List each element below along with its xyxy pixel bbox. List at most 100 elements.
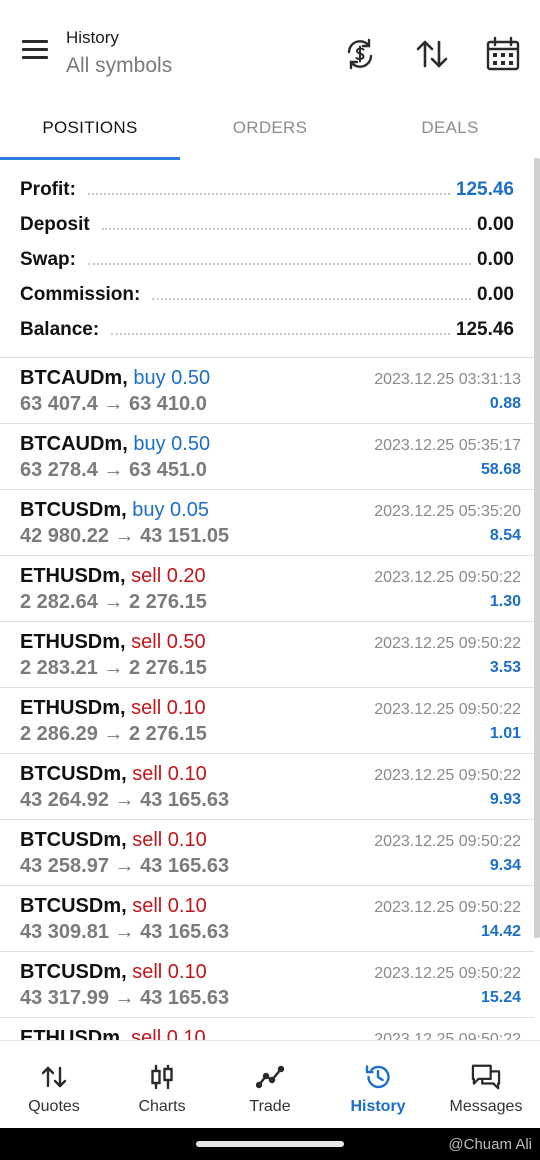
dotted-leader xyxy=(87,262,472,265)
deal-profit: 14.42 xyxy=(480,923,521,940)
swap-value: 0.00 xyxy=(477,248,514,270)
nav-label: Charts xyxy=(138,1098,186,1115)
nav-charts[interactable]: Charts xyxy=(108,1041,216,1128)
positions-list[interactable]: BTCAUDm, buy 0.50 63 407.4 → 63 410.0 20… xyxy=(0,358,534,1040)
deal-symbol-line: ETHUSDm, sell 0.10 xyxy=(20,1027,206,1040)
nav-messages[interactable]: Messages xyxy=(432,1041,540,1128)
list-item[interactable]: BTCAUDm, buy 0.50 63 278.4 → 63 451.0 20… xyxy=(0,424,534,490)
deal-side: sell 0.10 xyxy=(131,1027,206,1040)
deal-time: 2023.12.25 05:35:20 xyxy=(374,503,521,520)
deal-time: 2023.12.25 09:50:22 xyxy=(374,569,521,586)
deal-symbol: BTCUSDm, xyxy=(20,829,127,851)
deal-prices: 43 258.97 → 43 165.63 xyxy=(20,855,230,877)
dotted-leader xyxy=(111,332,450,335)
deal-side: sell 0.10 xyxy=(132,829,207,851)
nav-label: Trade xyxy=(249,1098,291,1115)
trade-line-icon xyxy=(256,1065,284,1089)
list-item[interactable]: ETHUSDm, sell 0.10 2 286.29 → 2 276.15 2… xyxy=(0,688,534,754)
list-item[interactable]: ETHUSDm, sell 0.10 2023.12.25 09:50:22 xyxy=(0,1018,534,1040)
summary-swap-row: Swap: 0.00 xyxy=(0,242,534,277)
deal-profit: 58.68 xyxy=(480,461,521,478)
dotted-leader xyxy=(152,297,472,300)
tab-positions[interactable]: POSITIONS xyxy=(0,106,180,160)
deal-symbol: ETHUSDm, xyxy=(20,631,126,653)
nav-trade[interactable]: Trade xyxy=(216,1041,324,1128)
scrollbar[interactable] xyxy=(534,158,540,938)
deal-prices: 63 278.4 → 63 451.0 xyxy=(20,459,207,481)
menu-icon-line xyxy=(22,56,48,59)
deal-symbol-line: BTCUSDm, sell 0.10 xyxy=(20,763,207,786)
list-item[interactable]: ETHUSDm, sell 0.50 2 283.21 → 2 276.15 2… xyxy=(0,622,534,688)
menu-icon-line xyxy=(22,40,48,43)
system-navigation-bar: @Chuam Ali xyxy=(0,1128,540,1160)
history-tabs: POSITIONS ORDERS DEALS xyxy=(0,106,540,160)
deal-profit: 0.88 xyxy=(489,395,521,412)
deal-prices: 43 317.99 → 43 165.63 xyxy=(20,987,230,1009)
balance-value: 125.46 xyxy=(455,318,514,340)
list-item[interactable]: BTCAUDm, buy 0.50 63 407.4 → 63 410.0 20… xyxy=(0,358,534,424)
swap-label: Swap: xyxy=(20,248,82,271)
deal-symbol: BTCUSDm, xyxy=(20,961,127,983)
deal-side: sell 0.10 xyxy=(132,895,207,917)
deal-symbol: BTCUSDm, xyxy=(20,895,127,917)
deal-side: sell 0.10 xyxy=(132,763,207,785)
dotted-leader xyxy=(101,227,472,230)
deal-profit: 9.93 xyxy=(489,791,521,808)
watermark: @Chuam Ali xyxy=(448,1136,532,1153)
summary-panel: Profit: 125.46 Deposit 0.00 Swap: 0.00 C… xyxy=(0,172,534,347)
candlestick-icon xyxy=(151,1064,173,1090)
nav-label: Quotes xyxy=(28,1098,80,1115)
deposit-label: Deposit xyxy=(20,213,96,236)
deal-time: 2023.12.25 09:50:22 xyxy=(374,1031,521,1040)
list-item[interactable]: BTCUSDm, sell 0.10 43 317.99 → 43 165.63… xyxy=(0,952,534,1018)
deal-symbol: ETHUSDm, xyxy=(20,565,126,587)
deal-side: sell 0.50 xyxy=(131,631,206,653)
deal-prices: 2 283.21 → 2 276.15 xyxy=(20,657,207,679)
history-clock-icon xyxy=(365,1065,390,1089)
deal-symbol-line: BTCAUDm, buy 0.50 xyxy=(20,367,210,390)
deal-symbol-line: ETHUSDm, sell 0.50 xyxy=(20,631,206,654)
tab-deals[interactable]: DEALS xyxy=(360,106,540,158)
list-item[interactable]: BTCUSDm, sell 0.10 43 264.92 → 43 165.63… xyxy=(0,754,534,820)
deal-profit: 1.30 xyxy=(489,593,521,610)
balance-label: Balance: xyxy=(20,318,106,341)
deal-symbol-line: ETHUSDm, sell 0.20 xyxy=(20,565,206,588)
app-header: History All symbols xyxy=(0,0,540,100)
list-item[interactable]: BTCUSDm, sell 0.10 43 258.97 → 43 165.63… xyxy=(0,820,534,886)
deal-side: sell 0.10 xyxy=(132,961,207,983)
deal-side: sell 0.10 xyxy=(131,697,206,719)
deal-symbol-line: BTCAUDm, buy 0.50 xyxy=(20,433,210,456)
menu-button[interactable] xyxy=(22,40,54,68)
quotes-arrows-icon xyxy=(41,1066,67,1088)
deal-symbol-line: BTCUSDm, sell 0.10 xyxy=(20,829,207,852)
deal-symbol-line: BTCUSDm, sell 0.10 xyxy=(20,961,207,984)
commission-value: 0.00 xyxy=(477,283,514,305)
deal-time: 2023.12.25 09:50:22 xyxy=(374,701,521,718)
nav-history[interactable]: History xyxy=(324,1041,432,1128)
summary-balance-row: Balance: 125.46 xyxy=(0,312,534,347)
deal-symbol: BTCUSDm, xyxy=(20,499,127,521)
sort-icon[interactable] xyxy=(414,36,450,72)
deal-symbol-line: BTCUSDm, buy 0.05 xyxy=(20,499,209,522)
deal-time: 2023.12.25 09:50:22 xyxy=(374,767,521,784)
symbol-filter[interactable]: All symbols xyxy=(66,54,172,78)
bottom-navigation: Quotes Charts Trade History Messages xyxy=(0,1040,540,1128)
calendar-icon[interactable] xyxy=(485,36,521,72)
list-item[interactable]: ETHUSDm, sell 0.20 2 282.64 → 2 276.15 2… xyxy=(0,556,534,622)
messages-icon xyxy=(471,1064,501,1090)
currency-exchange-icon[interactable] xyxy=(342,36,378,72)
deal-symbol-line: BTCUSDm, sell 0.10 xyxy=(20,895,207,918)
deal-symbol: ETHUSDm, xyxy=(20,1027,126,1040)
home-gesture-handle[interactable] xyxy=(196,1141,344,1147)
summary-profit-row: Profit: 125.46 xyxy=(0,172,534,207)
list-item[interactable]: BTCUSDm, sell 0.10 43 309.81 → 43 165.63… xyxy=(0,886,534,952)
deal-symbol: BTCUSDm, xyxy=(20,763,127,785)
deal-side: buy 0.50 xyxy=(133,433,211,455)
tab-orders[interactable]: ORDERS xyxy=(180,106,360,158)
deal-time: 2023.12.25 09:50:22 xyxy=(374,899,521,916)
deal-time: 2023.12.25 09:50:22 xyxy=(374,833,521,850)
list-item[interactable]: BTCUSDm, buy 0.05 42 980.22 → 43 151.05 … xyxy=(0,490,534,556)
deposit-value: 0.00 xyxy=(477,213,514,235)
profit-label: Profit: xyxy=(20,178,82,201)
nav-quotes[interactable]: Quotes xyxy=(0,1041,108,1128)
